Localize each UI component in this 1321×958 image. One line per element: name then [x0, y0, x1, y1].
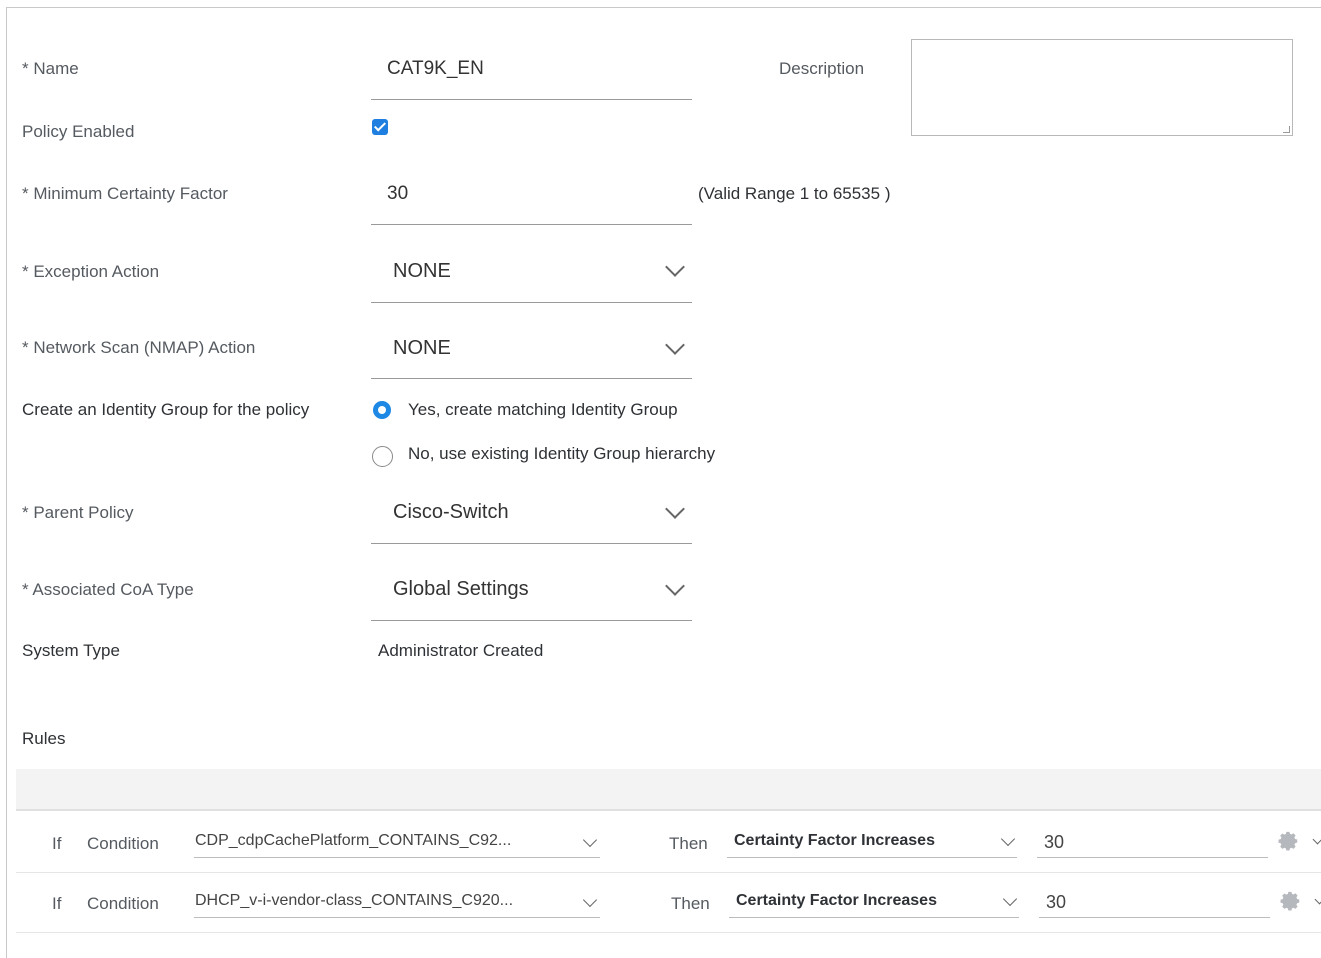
- min-certainty-label: * Minimum Certainty Factor: [22, 184, 228, 203]
- identity-group-yes-radio[interactable]: [373, 401, 391, 419]
- rule-condition-label: Condition: [87, 894, 159, 913]
- exception-action-label: * Exception Action: [22, 262, 160, 281]
- exception-action-select[interactable]: NONE: [371, 250, 692, 303]
- policy-enabled-checkbox[interactable]: [372, 119, 388, 135]
- chevron-down-icon: [1002, 891, 1018, 907]
- coa-type-select[interactable]: Global Settings: [371, 568, 692, 621]
- identity-group-no-radio[interactable]: [372, 446, 393, 467]
- rule-condition-select[interactable]: CDP_cdpCachePlatform_CONTAINS_C92...: [194, 826, 600, 858]
- coa-type-value: Global Settings: [393, 578, 529, 600]
- rule-factor-underline: [1037, 857, 1268, 858]
- chevron-down-icon: [582, 832, 598, 848]
- rule-action-value: Certainty Factor Increases: [736, 892, 937, 909]
- min-certainty-hint: (Valid Range 1 to 65535 ): [698, 184, 891, 203]
- rule-then-label: Then: [669, 834, 708, 853]
- chevron-down-icon: [665, 257, 685, 277]
- name-field[interactable]: CAT9K_EN: [371, 48, 692, 100]
- parent-policy-value: Cisco-Switch: [393, 501, 509, 523]
- rule-condition-value: CDP_cdpCachePlatform_CONTAINS_C92...: [195, 832, 512, 849]
- gear-icon[interactable]: [1278, 830, 1300, 852]
- parent-policy-label: * Parent Policy: [22, 503, 134, 522]
- system-type-label: System Type: [22, 641, 120, 660]
- identity-group-yes-label[interactable]: Yes, create matching Identity Group: [408, 400, 678, 420]
- identity-group-no-label[interactable]: No, use existing Identity Group hierarch…: [408, 444, 715, 464]
- parent-policy-select[interactable]: Cisco-Switch: [371, 491, 692, 544]
- chevron-down-icon: [1000, 831, 1016, 847]
- name-value: CAT9K_EN: [387, 58, 484, 79]
- rule-row: If Condition DHCP_v-i-vendor-class_CONTA…: [16, 872, 1321, 933]
- system-type-value: Administrator Created: [378, 641, 544, 660]
- description-textarea[interactable]: [911, 39, 1293, 136]
- rule-action-underline: [727, 857, 1017, 858]
- chevron-down-icon: [665, 335, 685, 355]
- rule-action-value: Certainty Factor Increases: [734, 832, 935, 849]
- gear-icon[interactable]: [1280, 890, 1302, 912]
- rule-if-label: If: [52, 894, 62, 913]
- rule-row: If Condition CDP_cdpCachePlatform_CONTAI…: [16, 812, 1321, 873]
- rule-factor-value: 30: [1044, 832, 1065, 852]
- rules-header-band: [16, 769, 1321, 811]
- rule-action-underline: [729, 917, 1019, 918]
- rules-heading: Rules: [22, 729, 66, 748]
- chevron-down-icon[interactable]: [1314, 894, 1321, 905]
- policy-enabled-label: Policy Enabled: [22, 122, 135, 141]
- chevron-down-icon: [582, 892, 598, 908]
- rule-condition-underline: [194, 857, 600, 858]
- nmap-action-label: * Network Scan (NMAP) Action: [22, 338, 256, 357]
- min-certainty-value: 30: [387, 183, 409, 204]
- description-label: Description: [779, 59, 865, 78]
- resize-handle-icon[interactable]: [1283, 126, 1290, 133]
- exception-action-value: NONE: [393, 260, 451, 282]
- rule-condition-label: Condition: [87, 834, 159, 853]
- rule-factor-input[interactable]: 30: [1037, 826, 1268, 858]
- rule-condition-value: DHCP_v-i-vendor-class_CONTAINS_C920...: [195, 892, 514, 909]
- rule-then-label: Then: [671, 894, 710, 913]
- chevron-down-icon: [665, 576, 685, 596]
- nmap-action-select[interactable]: NONE: [371, 327, 692, 379]
- coa-type-label: * Associated CoA Type: [22, 580, 194, 599]
- rule-factor-underline: [1039, 917, 1270, 918]
- rule-condition-underline: [194, 917, 600, 918]
- rule-factor-value: 30: [1046, 892, 1067, 912]
- rule-action-select[interactable]: Certainty Factor Increases: [727, 826, 1017, 858]
- chevron-down-icon: [665, 499, 685, 519]
- identity-group-label: Create an Identity Group for the policy: [22, 400, 310, 419]
- rule-factor-input[interactable]: 30: [1039, 886, 1270, 918]
- min-certainty-field[interactable]: 30: [371, 174, 692, 225]
- chevron-down-icon[interactable]: [1312, 834, 1321, 845]
- rule-action-select[interactable]: Certainty Factor Increases: [729, 886, 1019, 918]
- name-label: * Name: [22, 59, 79, 78]
- nmap-action-value: NONE: [393, 337, 451, 359]
- rule-condition-select[interactable]: DHCP_v-i-vendor-class_CONTAINS_C920...: [194, 886, 600, 918]
- rule-if-label: If: [52, 834, 62, 853]
